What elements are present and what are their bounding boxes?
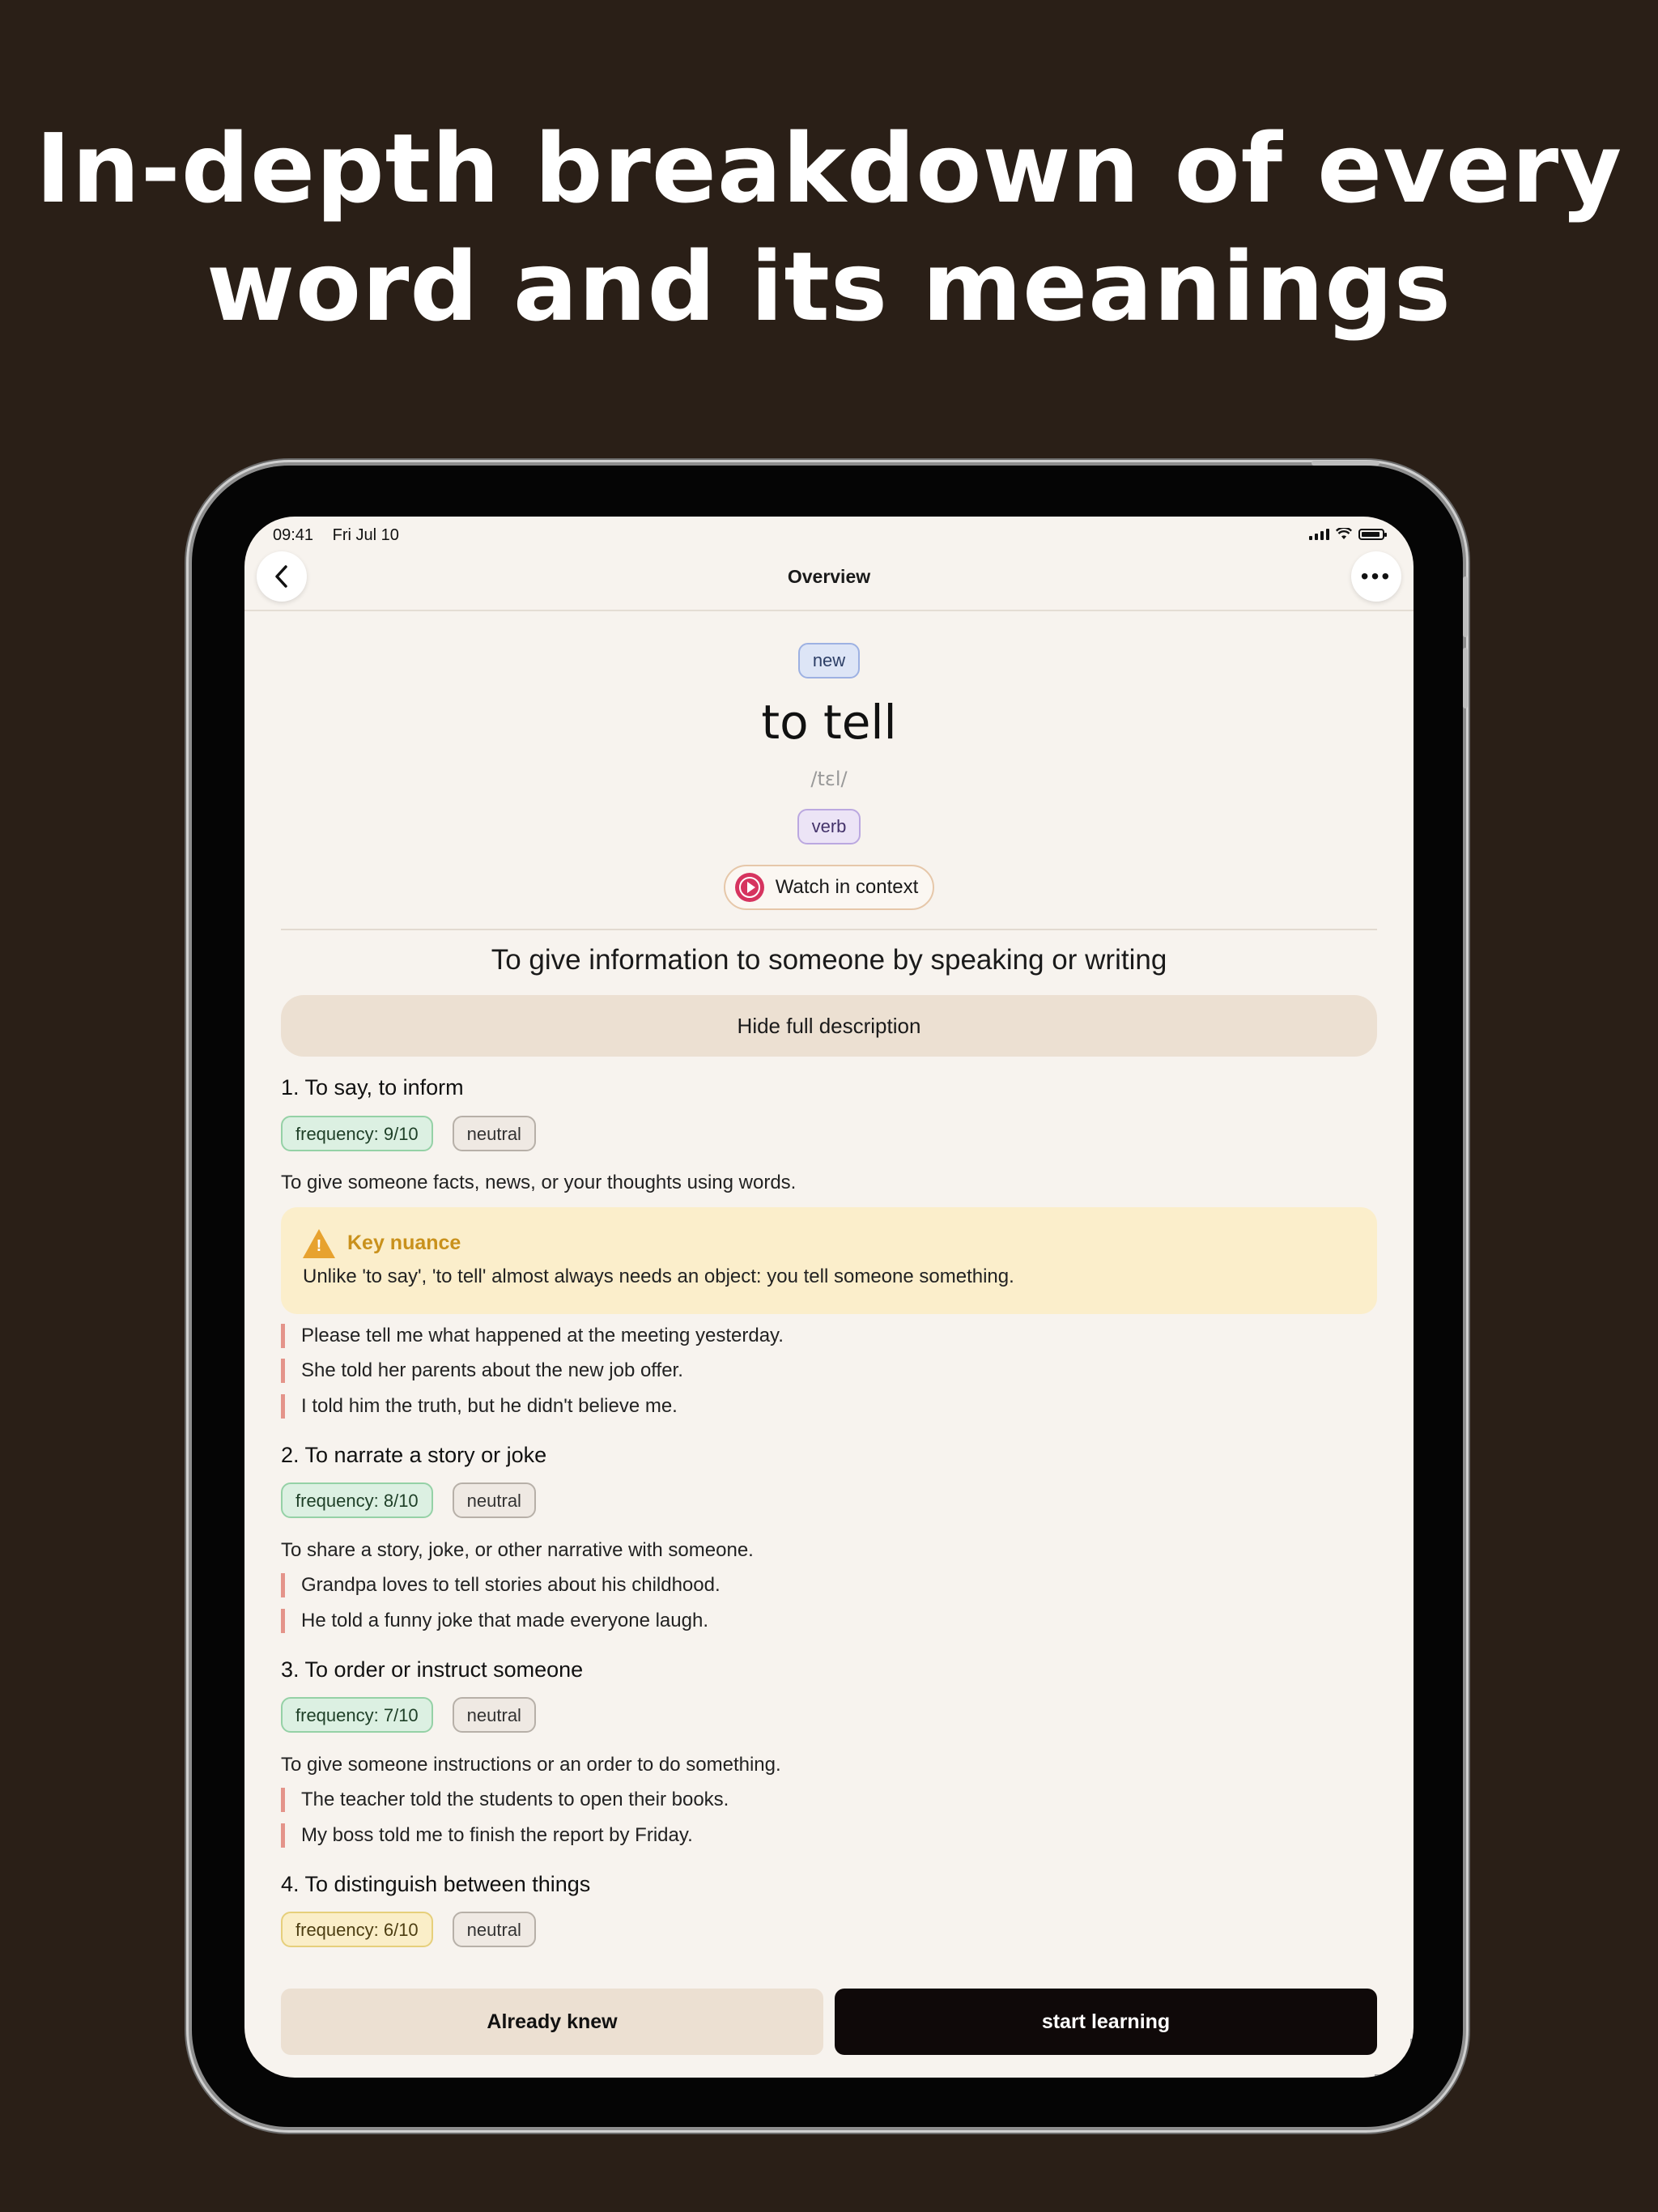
example-sentence: Grandpa loves to tell stories about his … [281, 1573, 721, 1597]
sense-description: To give someone facts, news, or your tho… [281, 1172, 797, 1193]
sense-title: 2. To narrate a story or joke [281, 1443, 547, 1467]
status-time: 09:41 [273, 526, 314, 544]
example-sentence: I told him the truth, but he didn't beli… [281, 1394, 678, 1419]
battery-icon [1358, 528, 1387, 540]
status-icons [1309, 528, 1387, 540]
part-of-speech-badge: verb [797, 809, 861, 844]
register-tag: neutral [452, 1116, 536, 1151]
sense-tags: frequency: 6/10 neutral [281, 1912, 536, 1947]
tablet-volume-up [1463, 576, 1468, 637]
sense-title: 4. To distinguish between things [281, 1872, 591, 1896]
frequency-tag: frequency: 8/10 [281, 1482, 433, 1518]
frequency-tag: frequency: 9/10 [281, 1116, 433, 1151]
headline-line-2: word and its meanings [206, 231, 1452, 342]
new-badge: new [797, 643, 861, 678]
watch-in-context-button[interactable]: Watch in context [723, 865, 935, 910]
frequency-tag: frequency: 7/10 [281, 1697, 433, 1733]
more-icon: ••• [1360, 564, 1392, 589]
status-date: Fri Jul 10 [332, 526, 399, 544]
example-sentence: She told her parents about the new job o… [281, 1359, 683, 1383]
register-tag: neutral [452, 1697, 536, 1733]
sense-tags: frequency: 9/10 neutral [281, 1116, 536, 1151]
watch-label: Watch in context [775, 876, 919, 898]
nuance-text: Unlike 'to say', 'to tell' almost always… [303, 1266, 1014, 1287]
already-knew-button[interactable]: Already knew [281, 1989, 823, 2055]
word-pronunciation: /tɛl/ [810, 768, 848, 790]
sense-description: To give someone instructions or an order… [281, 1754, 781, 1776]
sense-tags: frequency: 7/10 neutral [281, 1697, 536, 1733]
tablet-top-button [1312, 461, 1380, 466]
part-of-speech: verb [281, 809, 1377, 844]
navigation-bar: Overview ••• [244, 545, 1414, 611]
example-sentence: The teacher told the students to open th… [281, 1788, 729, 1812]
bottom-actions: Already knew start learning [281, 1989, 1377, 2055]
nuance-title: Key nuance [347, 1231, 461, 1254]
sense-description: To share a story, joke, or other narrati… [281, 1539, 754, 1561]
cellular-signal-icon [1309, 528, 1329, 540]
app-screen: 09:41 Fri Jul 10 Overview ••• new to tel… [244, 517, 1414, 2078]
more-options-button[interactable]: ••• [1351, 551, 1401, 602]
sense-title: 3. To order or instruct someone [281, 1657, 584, 1682]
register-tag: neutral [452, 1912, 536, 1947]
word-heading: to tell [761, 695, 897, 750]
play-icon [734, 873, 764, 902]
example-sentence: My boss told me to finish the report by … [281, 1823, 693, 1848]
hide-full-description-button[interactable]: Hide full description [281, 995, 1377, 1057]
example-sentence: He told a funny joke that made everyone … [281, 1609, 708, 1633]
page-title: Overview [787, 566, 871, 587]
watch-wrap: Watch in context [281, 865, 1377, 910]
tablet-volume-down [1463, 648, 1468, 708]
divider [281, 929, 1377, 930]
frequency-tag: frequency: 6/10 [281, 1912, 433, 1947]
key-nuance-box: ! Key nuance Unlike 'to say', 'to tell' … [281, 1207, 1377, 1314]
sense-tags: frequency: 8/10 neutral [281, 1482, 536, 1518]
sense-title: 1. To say, to inform [281, 1075, 464, 1100]
word-status: new [281, 643, 1377, 678]
word-summary: To give information to someone by speaki… [491, 944, 1167, 976]
headline-line-1: In-depth breakdown of every [35, 113, 1623, 224]
marketing-headline: In-depth breakdown of every word and its… [0, 109, 1658, 346]
wifi-icon [1336, 528, 1352, 539]
register-tag: neutral [452, 1482, 536, 1518]
start-learning-button[interactable]: start learning [835, 1989, 1377, 2055]
example-sentence: Please tell me what happened at the meet… [281, 1324, 784, 1348]
status-bar: 09:41 Fri Jul 10 [273, 526, 399, 545]
